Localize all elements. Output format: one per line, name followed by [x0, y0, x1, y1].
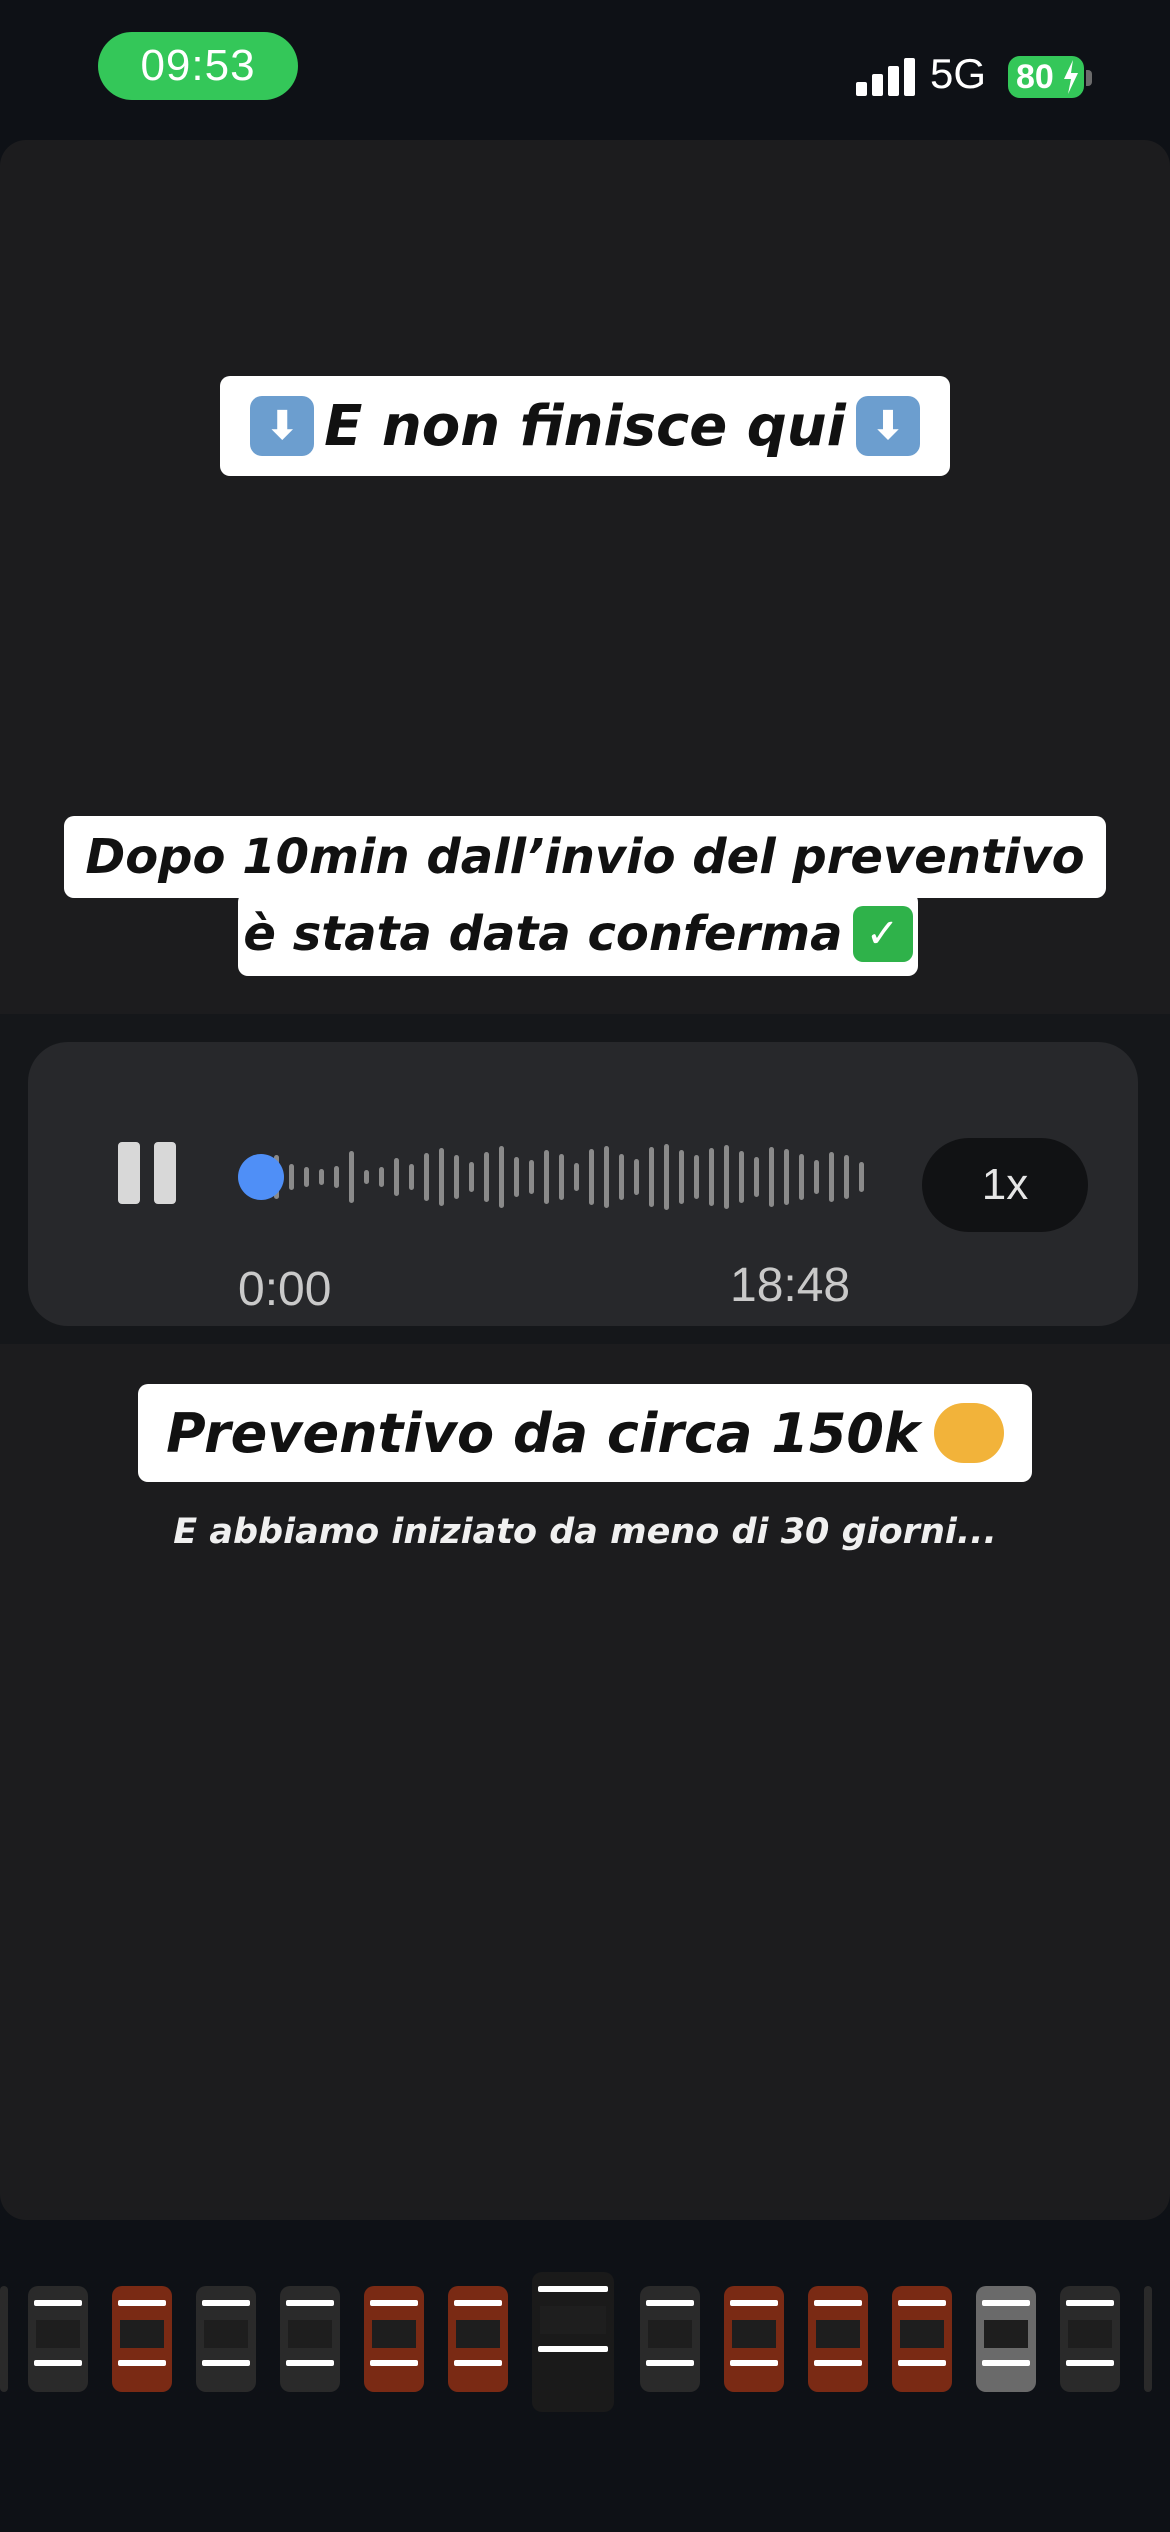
subtitle: E abbiamo iniziato da meno di 30 giorni.…	[173, 1512, 997, 1552]
story-thumbnail[interactable]	[976, 2286, 1036, 2392]
waveform-bar	[334, 1166, 339, 1188]
caption-middle-line1: Dopo 10min dall’invio del preventivo	[64, 816, 1106, 898]
waveform-bar	[364, 1170, 369, 1184]
waveform-bar	[484, 1152, 489, 1202]
waveform-bar	[574, 1163, 579, 1191]
battery-cap	[1086, 70, 1092, 86]
story-thumbnail[interactable]	[892, 2286, 952, 2392]
waveform-bar	[664, 1144, 669, 1210]
elapsed-time: 0:00	[238, 1263, 332, 1316]
waveform-bar	[784, 1149, 789, 1205]
waveform-bar	[769, 1147, 774, 1207]
down-arrow-icon: ⬇	[855, 396, 920, 456]
waveform-bar	[604, 1146, 609, 1208]
check-mark-icon: ✓	[852, 906, 913, 962]
waveform-bar	[499, 1146, 504, 1208]
playback-speed-button[interactable]: 1x	[922, 1138, 1088, 1232]
saluting-face-icon	[933, 1403, 1004, 1463]
status-bar: 09:53 5G 80	[0, 0, 1170, 140]
waveform-bar	[709, 1148, 714, 1206]
story-thumbnail[interactable]	[1060, 2286, 1120, 2392]
waveform-bar	[559, 1154, 564, 1200]
waveform-bar	[454, 1155, 459, 1199]
waveform-bar	[394, 1158, 399, 1196]
story-thumbnail[interactable]	[1144, 2286, 1152, 2392]
caption-top: ⬇ E non finisce qui ⬇	[220, 376, 950, 476]
caption-middle-line2: è stata data conferma ✓	[238, 892, 918, 976]
story-thumbnail[interactable]	[532, 2272, 614, 2412]
waveform-bar	[859, 1162, 864, 1192]
story-thumbnail[interactable]	[448, 2286, 508, 2392]
voice-message-card: 0:00 18:48 1x	[28, 1042, 1138, 1326]
waveform-bar	[634, 1159, 639, 1195]
waveform-bar	[424, 1153, 429, 1201]
waveform-bar	[799, 1154, 804, 1200]
waveform-bar	[289, 1164, 294, 1190]
story-thumbnail[interactable]	[112, 2286, 172, 2392]
waveform-bar	[529, 1160, 534, 1194]
waveform-bar	[829, 1152, 834, 1202]
story-thumbnail[interactable]	[28, 2286, 88, 2392]
charging-bolt-icon	[1064, 60, 1078, 94]
story-thumbnail[interactable]	[640, 2286, 700, 2392]
cellular-signal-icon	[856, 58, 916, 96]
pause-icon[interactable]	[118, 1142, 178, 1204]
waveform-bar	[724, 1145, 729, 1209]
waveform-bar	[754, 1157, 759, 1197]
waveform-bar	[679, 1150, 684, 1204]
playback-scrubber[interactable]	[238, 1154, 284, 1200]
story-content[interactable]: ⬇ E non finisce qui ⬇ Dopo 10min dall’in…	[0, 140, 1170, 2220]
waveform-bar	[814, 1160, 819, 1194]
story-thumbnail[interactable]	[724, 2286, 784, 2392]
story-thumbnail[interactable]	[280, 2286, 340, 2392]
waveform-bar	[379, 1167, 384, 1187]
voice-message-screenshot: 0:00 18:48 1x	[0, 1014, 1170, 1344]
waveform-bar	[649, 1147, 654, 1207]
story-thumbnail-strip	[0, 2260, 1170, 2440]
caption-quote: Preventivo da circa 150k	[138, 1384, 1032, 1482]
story-thumbnail[interactable]	[196, 2286, 256, 2392]
caption-middle-line2-text: è stata data conferma	[243, 906, 843, 962]
battery-level: 80	[1016, 57, 1054, 96]
caption-top-text: E non finisce qui	[324, 393, 846, 459]
waveform-bar	[844, 1155, 849, 1199]
waveform-bar	[619, 1154, 624, 1200]
waveform-bar	[304, 1167, 309, 1187]
down-arrow-icon: ⬇	[250, 396, 315, 456]
waveform-bar	[349, 1151, 354, 1203]
waveform-bar	[319, 1169, 324, 1185]
total-duration: 18:48	[730, 1259, 851, 1312]
network-type: 5G	[930, 50, 987, 97]
waveform-bar	[544, 1150, 549, 1204]
caption-quote-text: Preventivo da circa 150k	[166, 1401, 920, 1465]
waveform-bar	[409, 1164, 414, 1190]
waveform[interactable]	[240, 1142, 880, 1212]
waveform-bar	[514, 1157, 519, 1197]
status-time[interactable]: 09:53	[98, 32, 298, 100]
waveform-bar	[739, 1151, 744, 1203]
waveform-bar	[694, 1155, 699, 1199]
story-thumbnail[interactable]	[364, 2286, 424, 2392]
story-thumbnail[interactable]	[0, 2286, 8, 2392]
waveform-bar	[439, 1148, 444, 1206]
waveform-bar	[589, 1149, 594, 1205]
waveform-bar	[469, 1162, 474, 1192]
story-thumbnail[interactable]	[808, 2286, 868, 2392]
